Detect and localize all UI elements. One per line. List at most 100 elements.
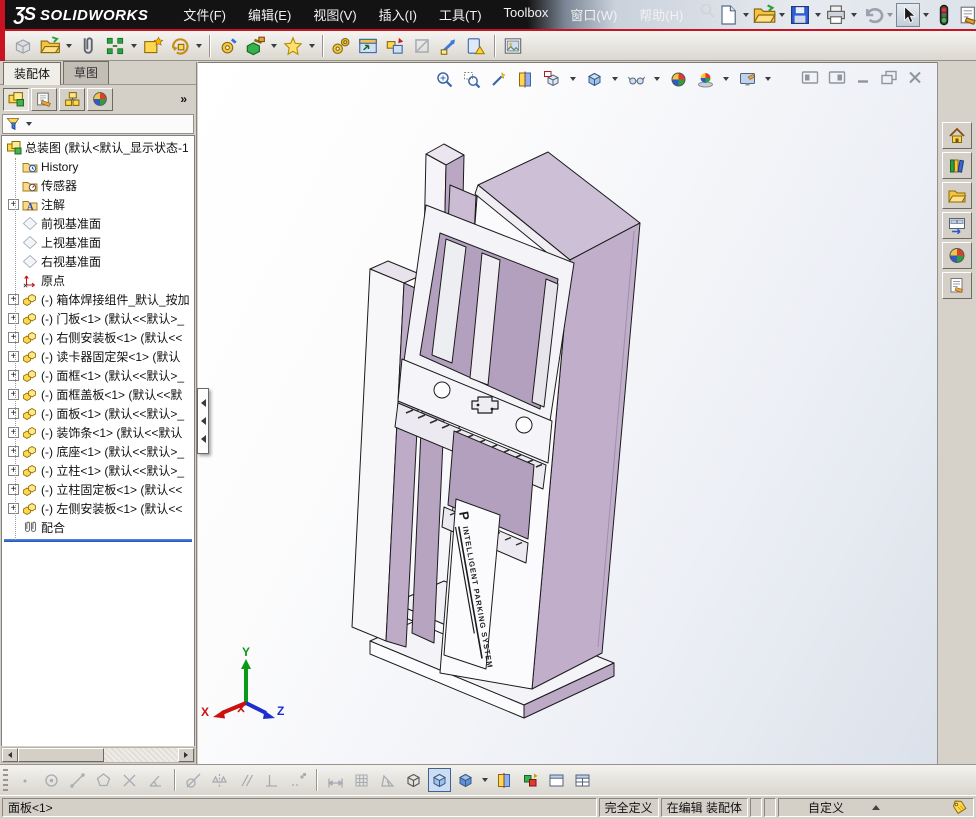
- property-manager-tab[interactable]: [31, 87, 57, 111]
- tree-expander[interactable]: +: [8, 370, 19, 381]
- hidden-components-icon[interactable]: [409, 33, 435, 59]
- tree-horizontal-scrollbar[interactable]: [1, 747, 195, 763]
- display-style-icon[interactable]: [583, 68, 605, 90]
- menu-view[interactable]: 视图(V): [304, 2, 365, 27]
- view-orientation-dropdown[interactable]: [570, 77, 576, 81]
- tree-item[interactable]: +History: [2, 157, 194, 176]
- save-dropdown-arrow[interactable]: [815, 12, 822, 17]
- sketch-polygon-icon[interactable]: [92, 768, 115, 792]
- mate-icon[interactable]: [102, 33, 128, 59]
- model-canvas[interactable]: P INTELLIGENT PARKING SYSTEM Y X Z: [198, 63, 937, 764]
- display-mode-dropdown[interactable]: [482, 778, 488, 782]
- angle-snap-icon[interactable]: [376, 768, 399, 792]
- tree-expander[interactable]: +: [8, 446, 19, 457]
- scrollbar-track[interactable]: [104, 748, 178, 762]
- sketch-cross-icon[interactable]: [118, 768, 141, 792]
- component-preview-icon[interactable]: [215, 33, 241, 59]
- pane-right-icon[interactable]: [828, 70, 846, 85]
- belt-chain-icon[interactable]: [436, 33, 462, 59]
- scrollbar-thumb[interactable]: [18, 748, 105, 762]
- split-grid-icon[interactable]: [571, 768, 594, 792]
- relation-fix-icon[interactable]: [286, 768, 309, 792]
- tree-item[interactable]: +配合: [2, 518, 194, 537]
- new-document-button[interactable]: [716, 3, 740, 27]
- tree-filter-bar[interactable]: [2, 114, 194, 134]
- open-part-icon[interactable]: [37, 33, 63, 59]
- exploded-view-icon[interactable]: [355, 33, 381, 59]
- tree-item[interactable]: +传感器: [2, 176, 194, 195]
- hide-show-items-icon[interactable]: [625, 68, 647, 90]
- tree-expander[interactable]: +: [8, 313, 19, 324]
- menu-help[interactable]: 帮助(H): [630, 2, 692, 27]
- undo-button[interactable]: [860, 3, 884, 27]
- relation-parallel-icon[interactable]: [234, 768, 257, 792]
- tree-expander[interactable]: +: [8, 294, 19, 305]
- tree-item[interactable]: + (-) 面板<1> (默认<<默认>_: [2, 404, 194, 423]
- design-library-icon[interactable]: [942, 152, 972, 179]
- edit-appearance-icon[interactable]: [667, 68, 689, 90]
- tree-item[interactable]: + (-) 左侧安装板<1> (默认<<: [2, 499, 194, 518]
- menu-tools[interactable]: 工具(T): [430, 2, 491, 27]
- tree-item[interactable]: + (-) 立柱<1> (默认<<默认>_: [2, 461, 194, 480]
- doc-close-icon[interactable]: [907, 70, 923, 85]
- insert-component-icon[interactable]: [10, 33, 36, 59]
- display-shaded-icon[interactable]: [428, 768, 451, 792]
- scroll-right-button[interactable]: [178, 748, 194, 762]
- sketch-point-icon[interactable]: [14, 768, 37, 792]
- split-horizontal-icon[interactable]: [545, 768, 568, 792]
- smart-dimension-icon[interactable]: [324, 768, 347, 792]
- file-explorer-icon[interactable]: [942, 182, 972, 209]
- tree-item[interactable]: + (-) 面框<1> (默认<<默认>_: [2, 366, 194, 385]
- section-view-icon[interactable]: [514, 68, 536, 90]
- menu-toolbox[interactable]: Toolbox: [495, 2, 558, 27]
- zoom-to-fit-icon[interactable]: [433, 68, 455, 90]
- tree-expander[interactable]: +: [8, 199, 19, 210]
- file-properties-button[interactable]: !: [957, 3, 976, 27]
- open-dropdown-arrow[interactable]: [779, 12, 786, 17]
- pane-left-icon[interactable]: [801, 70, 819, 85]
- tree-item[interactable]: +前视基准面: [2, 214, 194, 233]
- tree-item[interactable]: +上视基准面: [2, 233, 194, 252]
- menu-window[interactable]: 窗口(W): [561, 2, 626, 27]
- previous-view-icon[interactable]: [487, 68, 509, 90]
- status-custom-arrow-icon[interactable]: [872, 805, 881, 810]
- tag-icon[interactable]: [951, 799, 968, 816]
- tree-expander[interactable]: +: [8, 408, 19, 419]
- rotate-component-dropdown[interactable]: [196, 43, 202, 48]
- rebuild-traffic-light-icon[interactable]: [932, 3, 956, 27]
- doc-restore-icon[interactable]: [880, 70, 898, 85]
- attachments-icon[interactable]: [75, 33, 101, 59]
- home-icon[interactable]: [942, 122, 972, 149]
- tree-flyout-handle[interactable]: [197, 388, 209, 454]
- open-button[interactable]: [752, 3, 777, 27]
- undo-dropdown-arrow[interactable]: [887, 12, 894, 17]
- view-palette-icon[interactable]: [942, 212, 972, 239]
- apply-scene-icon[interactable]: [694, 68, 716, 90]
- display-mode-menu-icon[interactable]: [454, 768, 477, 792]
- tree-item[interactable]: + (-) 底座<1> (默认<<默认>_: [2, 442, 194, 461]
- tab-sketch[interactable]: 草图: [63, 61, 110, 84]
- sketch-line-icon[interactable]: [66, 768, 89, 792]
- scroll-left-button[interactable]: [2, 748, 18, 762]
- tree-expander[interactable]: +: [8, 427, 19, 438]
- feature-manager-tab[interactable]: [3, 87, 29, 111]
- tree-expander[interactable]: +: [8, 465, 19, 476]
- tree-item[interactable]: +原点: [2, 271, 194, 290]
- assembly-features-dropdown[interactable]: [271, 43, 277, 48]
- display-style-dropdown[interactable]: [612, 77, 618, 81]
- configuration-manager-tab[interactable]: [59, 87, 85, 111]
- hide-show-items-dropdown[interactable]: [654, 77, 660, 81]
- motion-study-icon[interactable]: [328, 33, 354, 59]
- menu-edit[interactable]: 编辑(E): [239, 2, 300, 27]
- print-button[interactable]: [824, 3, 848, 27]
- tree-expander[interactable]: +: [8, 484, 19, 495]
- assembly-features-icon[interactable]: [242, 33, 268, 59]
- select-dropdown-arrow[interactable]: [923, 12, 930, 17]
- zoom-to-area-icon[interactable]: [460, 68, 482, 90]
- tree-expander[interactable]: +: [8, 351, 19, 362]
- custom-properties-icon[interactable]: [942, 272, 972, 299]
- sketch-circle-icon[interactable]: [40, 768, 63, 792]
- tree-item[interactable]: + (-) 门板<1> (默认<<默认>_: [2, 309, 194, 328]
- large-assembly-mode-icon[interactable]: [519, 768, 542, 792]
- section-view-toggle-icon[interactable]: [493, 768, 516, 792]
